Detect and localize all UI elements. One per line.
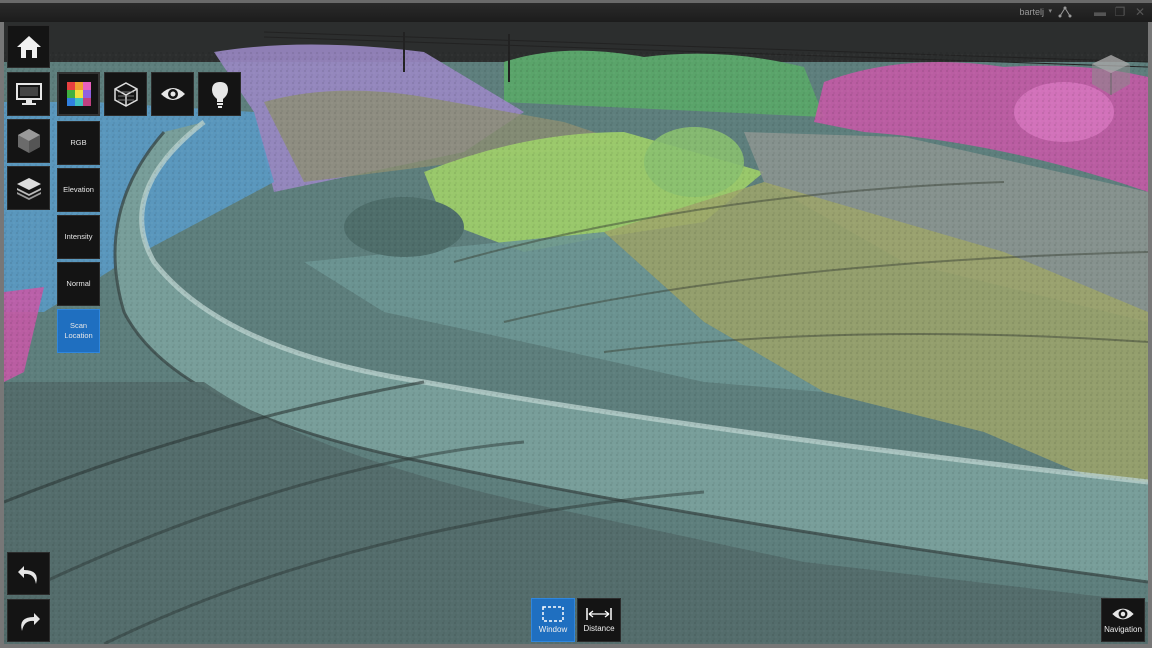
point-display-button[interactable] (104, 72, 147, 116)
layers-icon (16, 178, 41, 200)
chevron-down-icon[interactable]: ▾ (1048, 7, 1052, 15)
viewcube-icon[interactable] (1088, 52, 1134, 98)
redo-button[interactable] (7, 599, 50, 642)
window-label: Window (538, 625, 568, 634)
visibility-button[interactable] (151, 72, 194, 116)
navigation-label: Navigation (1104, 625, 1142, 634)
selection-rect-icon (542, 606, 564, 622)
window-frame-left (0, 22, 4, 648)
restore-button[interactable]: ❐ (1112, 5, 1128, 19)
eye-icon (160, 88, 185, 100)
color-mode-intensity[interactable]: Intensity (57, 215, 100, 259)
color-mode-rgb[interactable]: RGB (57, 121, 100, 165)
undo-icon (17, 565, 37, 584)
color-mode-normal[interactable]: Normal (57, 262, 100, 306)
window-frame-right (1148, 22, 1152, 648)
cube-icon (17, 129, 40, 153)
color-mode-scan-location[interactable]: Scan Location (57, 309, 100, 353)
redo-icon (20, 612, 40, 631)
objects-button[interactable] (7, 119, 50, 163)
display-button[interactable] (7, 72, 50, 116)
close-button[interactable]: ✕ (1132, 5, 1148, 19)
color-mode-button[interactable] (57, 72, 100, 116)
color-mode-elevation[interactable]: Elevation (57, 168, 100, 212)
lighting-button[interactable] (198, 72, 241, 116)
title-bar: bartelj ▾ ▬ ❐ ✕ (0, 0, 1152, 22)
eye-icon (1112, 608, 1134, 620)
home-icon (16, 35, 41, 58)
home-button[interactable] (7, 25, 50, 68)
distance-button[interactable]: Distance (577, 598, 621, 642)
window-frame-bottom (0, 644, 1152, 648)
navigation-button[interactable]: Navigation (1101, 598, 1145, 642)
undo-button[interactable] (7, 552, 50, 595)
color-grid-icon (66, 82, 91, 106)
network-icon[interactable] (1058, 6, 1072, 18)
lightbulb-icon (211, 82, 228, 108)
layers-button[interactable] (7, 166, 50, 210)
distance-label: Distance (583, 624, 615, 633)
user-name[interactable]: bartelj (1019, 7, 1044, 17)
window-select-button[interactable]: Window (531, 598, 575, 642)
monitor-icon (15, 83, 42, 105)
measure-distance-icon (586, 608, 612, 620)
minimize-button[interactable]: ▬ (1092, 5, 1108, 19)
wireframe-cube-icon (113, 82, 138, 107)
